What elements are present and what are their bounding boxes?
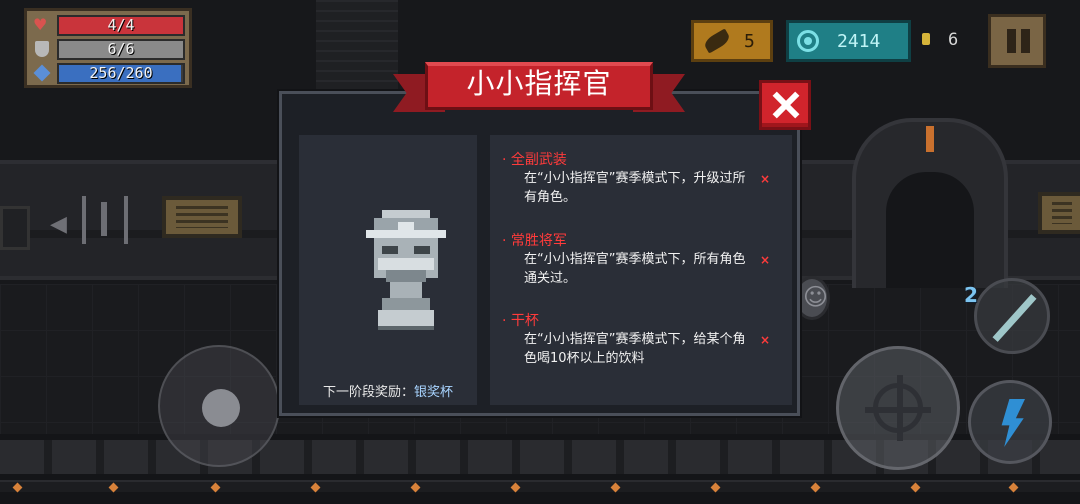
- dialog-title: 小小指挥官: [466, 67, 612, 100]
- pause-button[interactable]: [988, 14, 1046, 68]
- lightning-icon: [1001, 399, 1025, 447]
- coin-count: 6: [948, 30, 959, 50]
- dialog-title-ribbon: 小小指挥官: [393, 60, 685, 120]
- left-door: [0, 206, 30, 250]
- arrow-left-icon: ◀: [50, 212, 67, 237]
- weapon-rack: [82, 196, 128, 244]
- shield-icon: [35, 41, 49, 57]
- player-stats-panel: ♥ 4/4 6/6 256/260: [24, 8, 192, 88]
- energy-bar: 256/260: [57, 63, 185, 84]
- energy-value: 256/260: [89, 64, 153, 82]
- crosshair-line: [865, 407, 931, 413]
- sword-icon: [992, 294, 1037, 342]
- stone-column: [316, 0, 398, 96]
- gem-counter: 2414: [786, 20, 911, 62]
- hp-value: 4/4: [107, 16, 135, 34]
- reward-panel: 下一阶段奖励：银奖杯: [299, 135, 477, 405]
- floor-rail: [0, 480, 1080, 493]
- joystick-knob[interactable]: [202, 389, 240, 427]
- hp-bar: 4/4: [57, 15, 185, 36]
- switch-weapon-button[interactable]: [974, 278, 1050, 354]
- dungeon-archway: [852, 118, 1008, 288]
- hp-row: ♥ 4/4: [33, 15, 185, 36]
- wall-sign: [1038, 192, 1080, 234]
- incomplete-icon: ×: [760, 172, 771, 186]
- armor-row: 6/6: [35, 39, 185, 60]
- next-reward-label: 下一阶段奖励：: [322, 385, 414, 400]
- feather-count: 5: [744, 30, 755, 52]
- achievement-description: 在“小小指挥官”赛季模式下，所有角色通关过。: [524, 252, 746, 286]
- feather-icon: [702, 28, 732, 54]
- achievement-description: 在“小小指挥官”赛季模式下，升级过所有角色。: [524, 171, 746, 205]
- wall-sign: [162, 196, 242, 238]
- incomplete-icon: ×: [760, 253, 771, 267]
- armor-bar: 6/6: [57, 39, 185, 60]
- energy-icon: [33, 64, 51, 82]
- gem-count: 2414: [837, 30, 881, 52]
- incomplete-icon: ×: [760, 333, 771, 347]
- feather-counter: 5: [691, 20, 773, 62]
- achievement-dialog: 下一阶段奖励：银奖杯 全副武装 在“小小指挥官”赛季模式下，升级过所有角色。 ×…: [279, 91, 800, 416]
- armor-value: 6/6: [107, 40, 135, 58]
- attack-button[interactable]: [836, 346, 960, 470]
- weapon-count-badge: 2: [964, 283, 978, 307]
- achievement-description: 在“小小指挥官”赛季模式下，给某个角色喝10杯以上的饮料: [524, 332, 746, 366]
- commander-bust-trophy-icon: [366, 210, 446, 330]
- skill-button[interactable]: [968, 380, 1052, 464]
- achievement-title: 常胜将军: [502, 230, 567, 250]
- gem-icon: [797, 30, 819, 52]
- next-reward-value: 银奖杯: [414, 385, 454, 400]
- achievement-list: 全副武装 在“小小指挥官”赛季模式下，升级过所有角色。 × 常胜将军 在“小小指…: [490, 135, 792, 405]
- close-button[interactable]: [759, 80, 811, 130]
- coin-icon: [922, 33, 930, 45]
- next-reward: 下一阶段奖励：银奖杯: [299, 381, 477, 400]
- heart-icon: ♥: [33, 15, 48, 34]
- energy-row: 256/260: [33, 63, 185, 84]
- achievement-title: 干杯: [502, 310, 539, 330]
- achievement-title: 全副武装: [502, 149, 567, 169]
- movement-joystick[interactable]: [158, 345, 280, 467]
